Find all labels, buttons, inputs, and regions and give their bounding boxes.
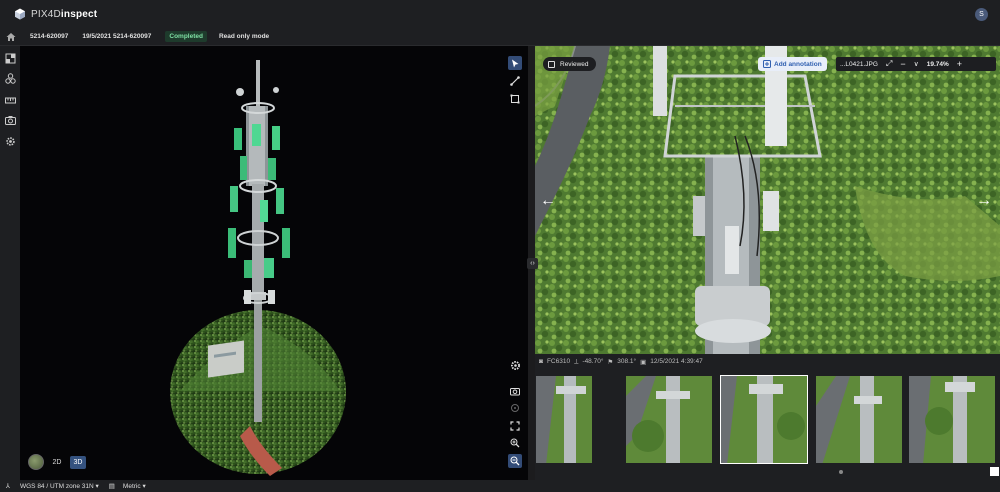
layers-icon[interactable] [4,52,16,64]
zoom-out-image-button[interactable]: − [900,59,905,69]
cube-logo-icon [15,8,25,20]
add-annotation-icon [763,60,771,68]
units-selector[interactable]: Metric ▾ [123,482,146,490]
status-badge: Completed [165,31,207,42]
view-settings-button[interactable] [508,358,522,372]
status-bar: ⅄ WGS 84 / UTM zone 31N ▾ ▤ Metric ▾ [0,480,1000,492]
image-filename: ...L0421.JPG [840,60,878,68]
zoom-out-button[interactable] [508,454,522,468]
polygon-icon [510,94,520,104]
fit-view-button[interactable] [508,419,522,433]
point-cloud-render [170,60,346,476]
image-viewer[interactable] [535,46,1000,354]
chevron-down-icon: ▾ [142,483,146,490]
zoom-out-icon [510,456,520,466]
polyline-icon [510,76,520,86]
view-mode-switcher: 2D 3D [28,454,86,470]
select-tool-button[interactable] [508,56,522,70]
pitch-icon: ⟂ [574,357,579,365]
zoom-in-button[interactable] [508,436,522,450]
zoom-in-icon [510,438,520,448]
app-logo[interactable]: PIX4Dinspect [14,8,97,20]
breadcrumb-project[interactable]: 5214-620097 [30,33,68,40]
calendar-icon: ▣ [640,358,647,366]
settings-icon[interactable] [4,135,16,147]
camera-icon[interactable] [4,114,16,126]
point-cloud-viewer[interactable] [20,46,528,480]
next-image-arrow-icon[interactable]: → [976,192,992,210]
fullscreen-icon [510,421,520,431]
split-arrows-icon: ‹› [530,260,535,267]
camera-icon: ◙ [539,358,543,365]
add-annotation-label: Add annotation [774,60,822,68]
gear-icon [510,360,520,370]
zoom-in-image-button[interactable]: + [957,59,962,69]
filmstrip-thumbnail[interactable] [815,375,903,464]
add-annotation-button[interactable]: Add annotation [758,57,827,71]
checkbox-icon [548,60,555,68]
top-bar: PIX4Dinspect S [0,0,1000,28]
filmstrip-scroll-handle[interactable] [990,467,999,476]
polyline-tool-button[interactable] [508,74,522,88]
units-label: Metric [122,483,141,490]
image-controls: ...L0421.JPG ⤢ − ∨ 19.74% + [836,57,996,71]
filmstrip-thumbnail-selected[interactable] [720,375,808,464]
filmstrip-thumbnail[interactable] [908,375,996,464]
app-name-prefix: PIX4D [31,8,61,20]
area-tool-button[interactable] [508,92,522,106]
coordinate-axes-icon: ⅄ [6,483,10,490]
drone-photo [535,46,1000,354]
reviewed-toggle[interactable]: Reviewed [543,57,596,71]
capture-timestamp: 12/5/2021 4:39:47 [650,358,703,365]
chevron-down-icon: ▾ [95,483,99,490]
heading-icon: ⚑ [607,358,614,366]
camera-model: FC6310 [546,358,571,365]
locate-button[interactable] [508,401,522,415]
breadcrumb: 5214-620097 19/5/2021 5214-620097 Comple… [0,28,1000,46]
left-sidebar [0,46,20,480]
heading-value: 308.1° [617,358,637,365]
camera-icon [510,388,520,396]
show-cameras-button[interactable] [508,384,522,398]
breadcrumb-flight[interactable]: 19/5/2021 5214-620097 [82,33,151,40]
filmstrip-thumbnail[interactable] [535,375,593,464]
mode-3d-button[interactable]: 3D [70,455,86,469]
zoom-dropdown-chevron-icon[interactable]: ∨ [914,60,919,68]
previous-image-arrow-icon[interactable]: ← [540,192,556,210]
units-icon: ▤ [108,483,115,490]
panel-splitter-handle[interactable]: ‹› [527,258,538,269]
app-name-suffix: inspect [60,8,98,20]
reviewed-label: Reviewed [560,60,589,68]
image-zoom-level[interactable]: 19.74% [927,61,949,68]
pointer-icon [511,59,518,67]
app-name: PIX4Dinspect [31,9,97,20]
read-only-label: Read only mode [218,33,270,40]
target-icon [511,404,519,412]
measure-icon[interactable] [4,94,16,106]
user-avatar[interactable]: S [975,8,988,21]
image-filmstrip [535,369,1000,480]
filmstrip-page-dot[interactable] [839,470,843,474]
pitch-value: -48.70° [582,358,604,365]
mode-2d-button[interactable]: 2D [49,456,65,469]
rotate-icon[interactable]: ⤢ [886,59,892,69]
objects-icon[interactable] [4,72,16,84]
image-metadata-bar: ◙ FC6310 ⟂ -48.70° ⚑ 308.1° ▣ 12/5/2021 … [535,354,1000,369]
crs-selector[interactable]: WGS 84 / UTM zone 31N ▾ [20,482,99,490]
basemap-thumbnail[interactable] [28,454,44,470]
filmstrip-thumbnail[interactable] [625,375,713,464]
home-icon[interactable] [6,32,16,42]
crs-label: WGS 84 / UTM zone 31N [19,483,94,490]
